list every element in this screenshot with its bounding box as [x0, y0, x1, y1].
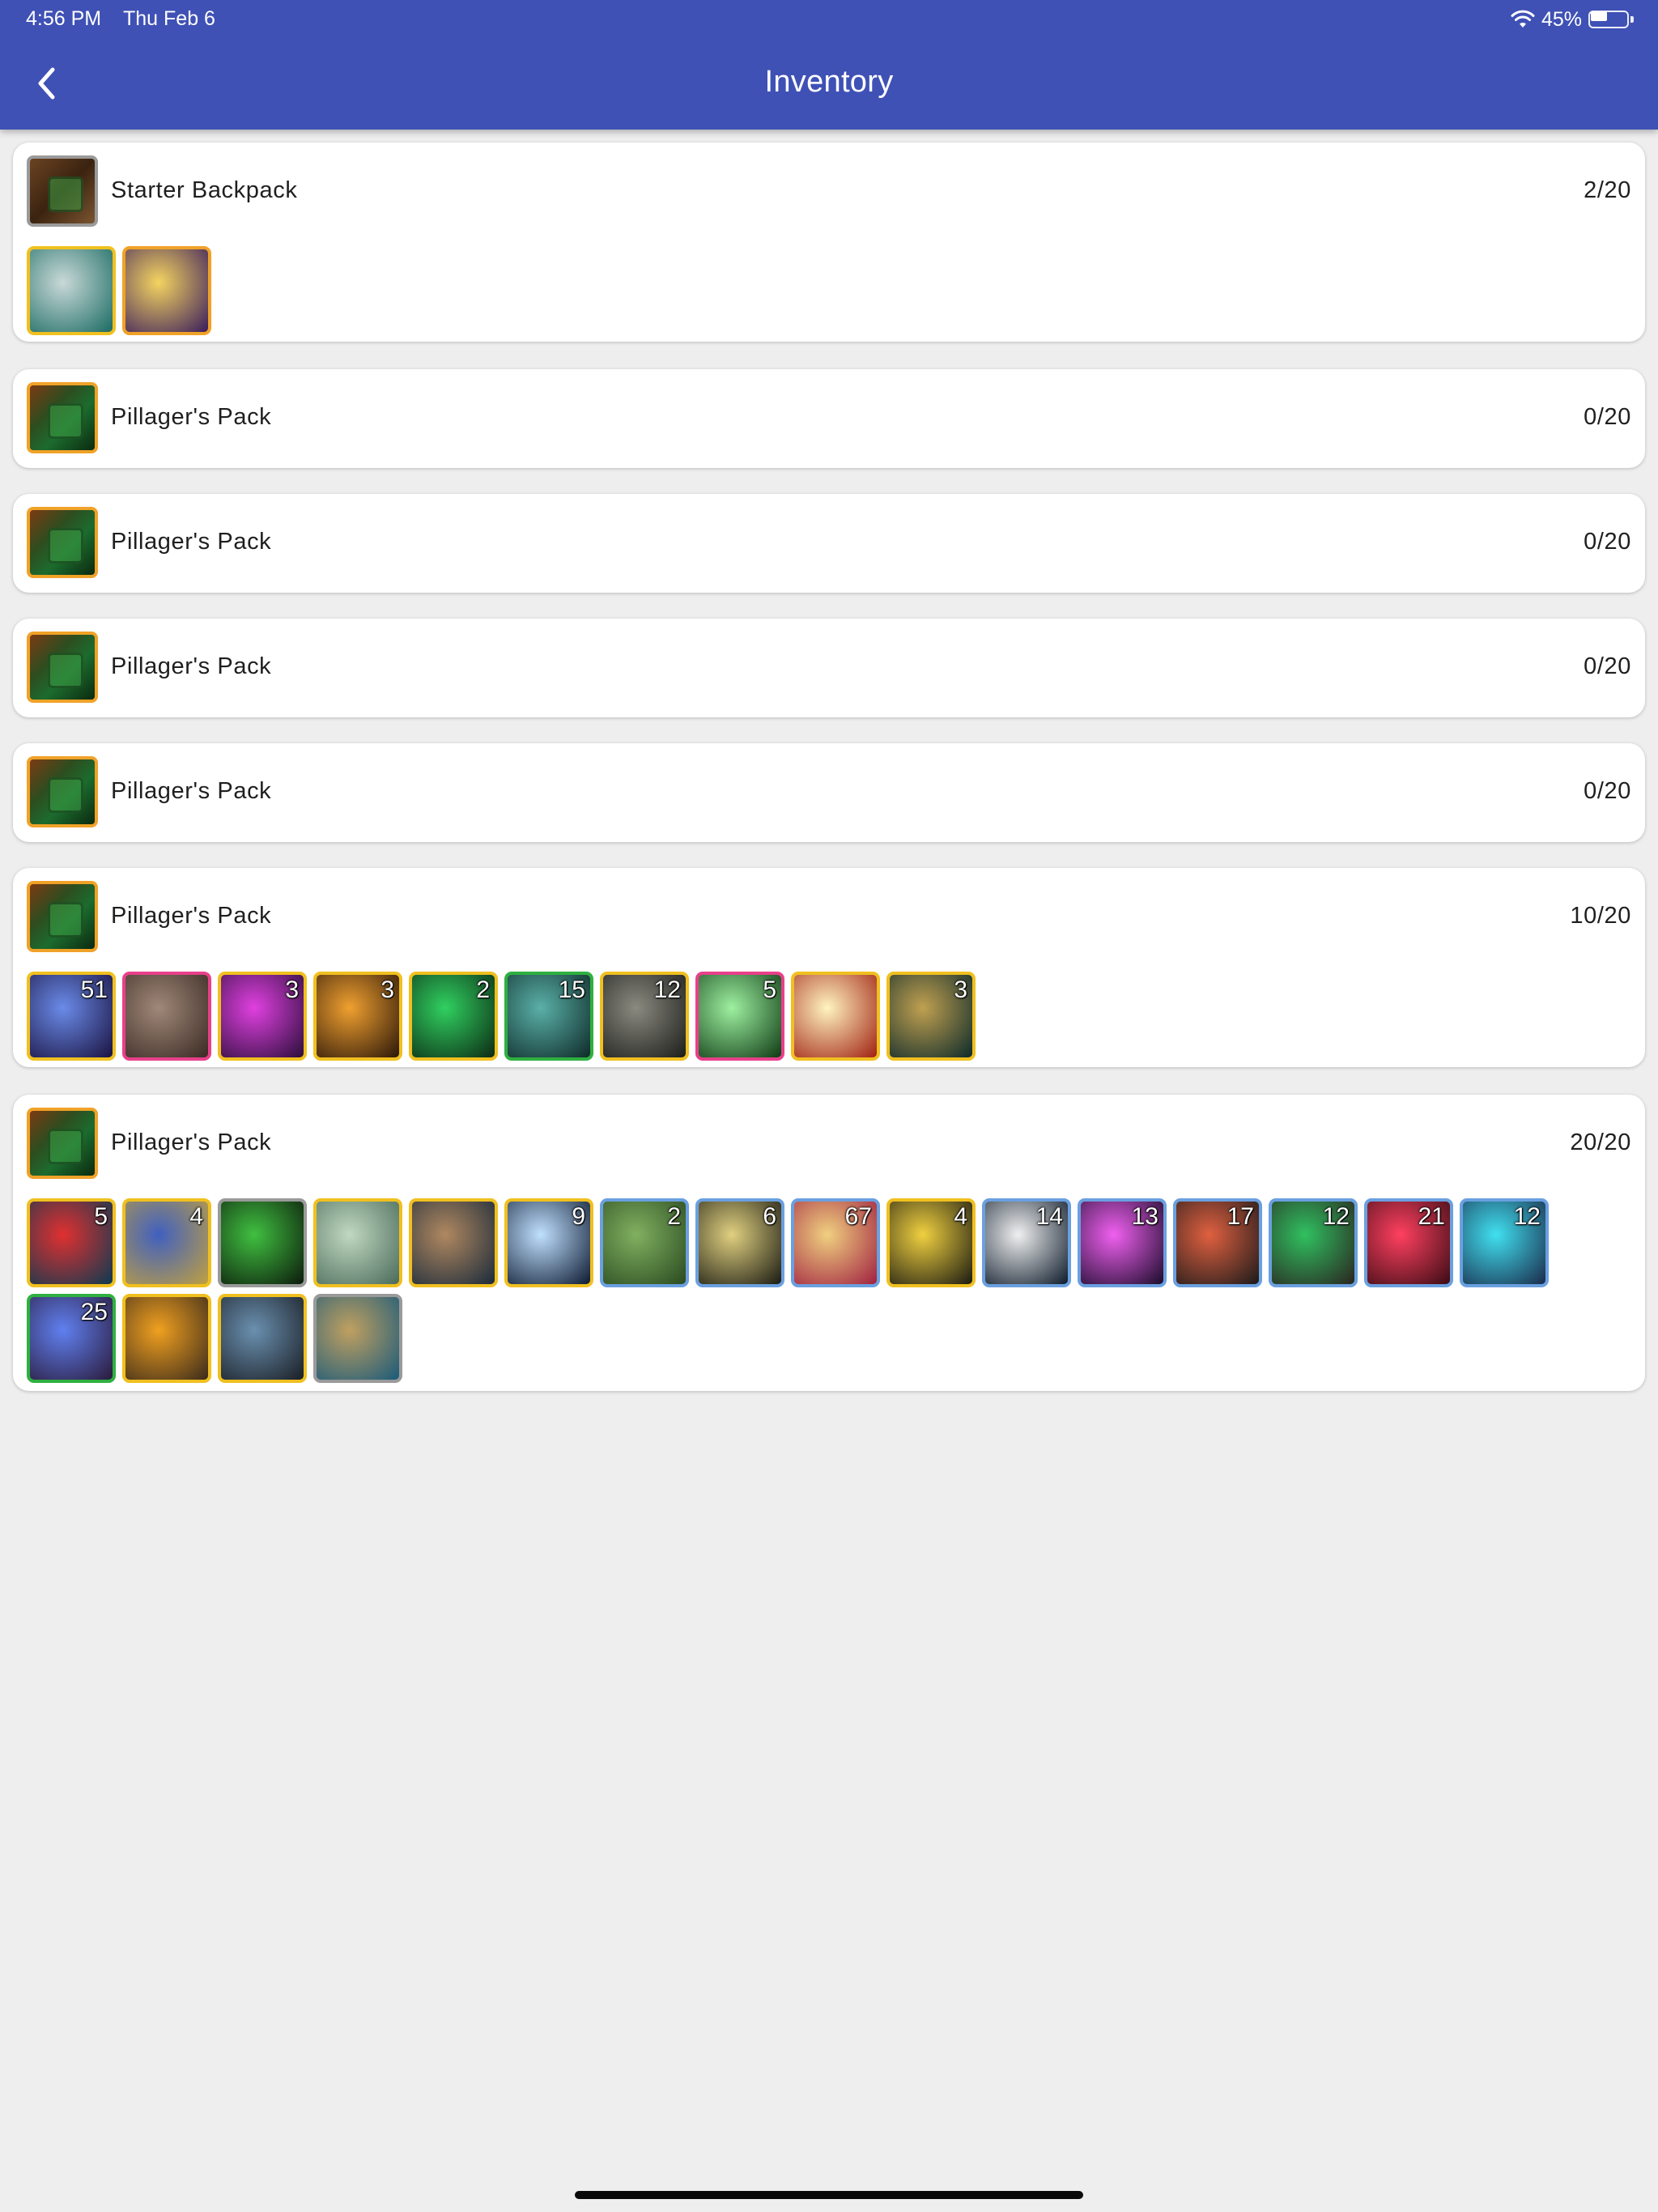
bag-card[interactable]: Pillager's Pack 0/20 — [13, 494, 1645, 593]
status-time: 4:56 PM — [26, 7, 102, 30]
item-quantity: 2 — [476, 976, 490, 1003]
bag-name: Pillager's Pack — [111, 903, 272, 929]
armored-chest-icon[interactable] — [218, 1294, 307, 1383]
pack-icon — [27, 1108, 98, 1179]
item-quantity: 13 — [1131, 1203, 1158, 1230]
item-quantity: 5 — [763, 976, 776, 1003]
status-bar: 4:56 PM Thu Feb 6 45% — [0, 0, 1658, 39]
pack-icon — [27, 507, 98, 578]
bag-card[interactable]: Pillager's Pack 0/20 — [13, 369, 1645, 468]
bag-slot-count: 0/20 — [1584, 653, 1631, 679]
robot-icon[interactable] — [313, 1294, 402, 1383]
pack-icon — [27, 881, 98, 952]
moss-icon[interactable] — [218, 1198, 307, 1287]
status-date: Thu Feb 6 — [123, 7, 215, 30]
battery-icon — [1588, 9, 1634, 30]
bag-name: Pillager's Pack — [111, 1129, 272, 1155]
item-quantity: 4 — [189, 1203, 203, 1230]
item-quantity: 12 — [1322, 1203, 1350, 1230]
bag-name: Starter Backpack — [111, 177, 298, 203]
spark-scroll-icon[interactable] — [122, 246, 211, 335]
green-potion-icon[interactable]: 2 — [409, 972, 498, 1061]
tome-icon[interactable] — [409, 1198, 498, 1287]
item-quantity: 6 — [763, 1203, 776, 1230]
item-quantity: 14 — [1035, 1203, 1063, 1230]
pack-icon — [27, 382, 98, 453]
item-quantity: 17 — [1226, 1203, 1254, 1230]
bag-name: Pillager's Pack — [111, 653, 272, 679]
item-quantity: 5 — [94, 1203, 108, 1230]
pack-icon — [27, 632, 98, 703]
xp-boost-icon[interactable]: 4 — [886, 1198, 976, 1287]
crate-icon[interactable]: 15 — [504, 972, 593, 1061]
bag-slot-count: 20/20 — [1570, 1129, 1631, 1155]
bag-card[interactable]: Pillager's Pack 0/20 — [13, 619, 1645, 717]
item-quantity: 3 — [285, 976, 299, 1003]
item-quantity: 2 — [667, 1203, 681, 1230]
gem-frame-icon[interactable]: 12 — [1460, 1198, 1549, 1287]
anvil-icon[interactable]: 6 — [695, 1198, 784, 1287]
purple-potion-icon[interactable]: 3 — [218, 972, 307, 1061]
pack-icon — [27, 756, 98, 827]
bag-slot-count: 0/20 — [1584, 778, 1631, 804]
terrain-icon[interactable]: 2 — [600, 1198, 689, 1287]
upgrade-crate-icon[interactable]: 12 — [1269, 1198, 1358, 1287]
item-quantity: 9 — [572, 1203, 585, 1230]
item-quantity: 51 — [80, 976, 108, 1003]
canister-icon[interactable]: 17 — [1173, 1198, 1262, 1287]
bag-card[interactable]: Pillager's Pack 20/20 5 4 9 2 6 67 4 14 13 17 12 21 12… — [13, 1095, 1645, 1391]
item-quantity: 12 — [1513, 1203, 1541, 1230]
page-title: Inventory — [764, 65, 894, 99]
map-scroll-icon[interactable] — [313, 1198, 402, 1287]
hammer-icon[interactable] — [122, 972, 211, 1061]
starburst-icon[interactable] — [791, 972, 880, 1061]
bag-name: Pillager's Pack — [111, 404, 272, 430]
item-quantity: 67 — [844, 1203, 872, 1230]
cake-icon[interactable]: 67 — [791, 1198, 880, 1287]
magic-wand-icon[interactable]: 13 — [1078, 1198, 1167, 1287]
status-right: 45% — [1511, 6, 1634, 32]
bag-slot-count: 10/20 — [1570, 903, 1631, 929]
chest-icon[interactable]: 12 — [600, 972, 689, 1061]
app-bar: 4:56 PM Thu Feb 6 45% Inventory — [0, 0, 1658, 130]
bag-card[interactable]: Pillager's Pack 0/20 — [13, 743, 1645, 842]
ruby-orb-icon[interactable]: 21 — [1364, 1198, 1453, 1287]
banner-blue-icon[interactable]: 4 — [122, 1198, 211, 1287]
bag-card[interactable]: Pillager's Pack 10/20 51 3 3 2 15 12 5 3 — [13, 868, 1645, 1067]
bag-name: Pillager's Pack — [111, 529, 272, 555]
bag-slot-count: 0/20 — [1584, 404, 1631, 430]
orange-potion-icon[interactable]: 3 — [313, 972, 402, 1061]
item-quantity: 4 — [954, 1203, 967, 1230]
winged-trophy-icon[interactable]: 14 — [982, 1198, 1071, 1287]
bag-slot-count: 0/20 — [1584, 529, 1631, 555]
ice-shard-icon[interactable]: 9 — [504, 1198, 593, 1287]
item-quantity: 15 — [558, 976, 585, 1003]
gift-upgrade-icon[interactable]: 25 — [27, 1294, 116, 1383]
item-quantity: 3 — [380, 976, 394, 1003]
home-indicator[interactable] — [575, 2191, 1083, 2199]
bag-card[interactable]: Starter Backpack 2/20 — [13, 143, 1645, 342]
pumpkin-envelope-icon[interactable] — [122, 1294, 211, 1383]
item-quantity: 12 — [653, 976, 681, 1003]
wifi-icon — [1511, 10, 1535, 28]
banner-red-icon[interactable]: 5 — [27, 1198, 116, 1287]
bag-name: Pillager's Pack — [111, 778, 272, 804]
green-crystal-icon[interactable]: 5 — [695, 972, 784, 1061]
backpack-icon — [27, 155, 98, 227]
item-quantity: 21 — [1418, 1203, 1445, 1230]
item-quantity: 3 — [954, 976, 967, 1003]
tool-icon[interactable]: 3 — [886, 972, 976, 1061]
bag-slot-count: 2/20 — [1584, 177, 1631, 203]
battery-percent: 45% — [1541, 7, 1582, 31]
shirt-icon[interactable] — [27, 246, 116, 335]
blue-swirl-icon[interactable]: 51 — [27, 972, 116, 1061]
item-quantity: 25 — [80, 1299, 108, 1325]
